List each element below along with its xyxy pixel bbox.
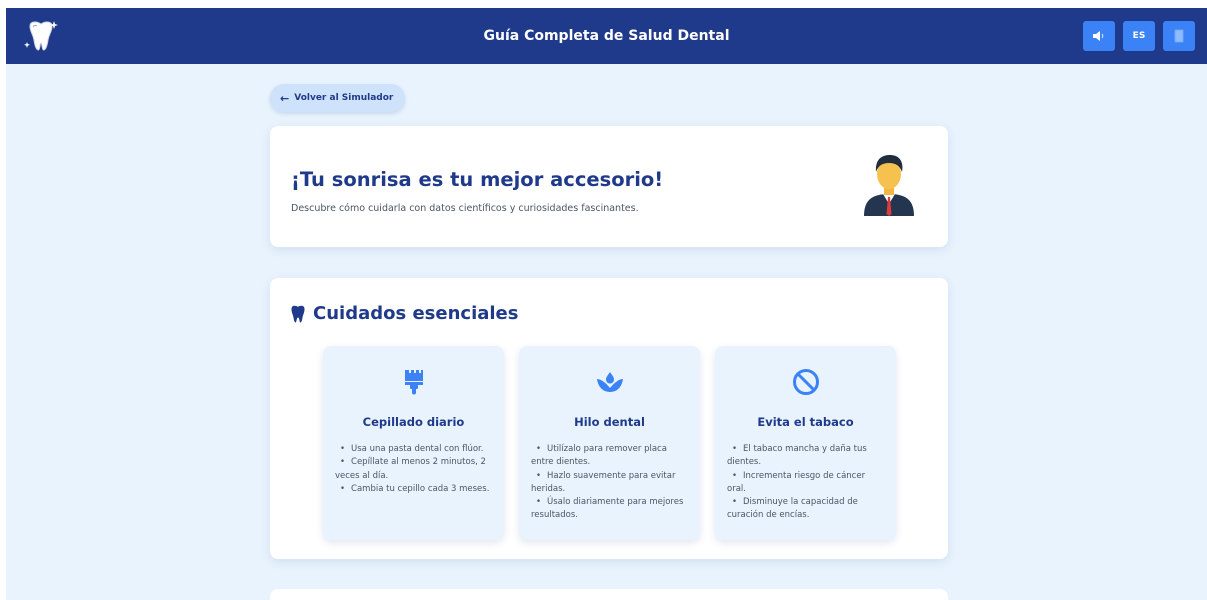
audio-button[interactable] — [1083, 21, 1115, 51]
care-cards: Cepillado diario Usa una pasta dental co… — [323, 346, 896, 540]
card-tobacco: Evita el tabaco El tabaco mancha y daña … — [715, 346, 896, 540]
tooth-icon — [291, 305, 305, 322]
card-list: Usa una pasta dental con flúor. Cepíllat… — [335, 443, 492, 496]
card-title: Cepillado diario — [362, 415, 465, 429]
card-brushing: Cepillado diario Usa una pasta dental co… — [323, 346, 504, 540]
list-item: Cepíllate al menos 2 minutos, 2 veces al… — [335, 456, 492, 483]
arrow-left-icon: ← — [280, 91, 290, 105]
section-header: Cuidados esenciales — [291, 303, 518, 324]
ban-icon — [792, 369, 819, 395]
list-item: Usa una pasta dental con flúor. — [335, 443, 492, 456]
hand-holding-water-icon — [596, 372, 623, 392]
hero-subtitle: Descubre cómo cuidarla con datos científ… — [291, 203, 639, 214]
book-button[interactable] — [1163, 21, 1195, 51]
section-title: Cuidados esenciales — [313, 303, 519, 324]
card-list: Utilízalo para remover placa entre dient… — [531, 443, 688, 523]
top-actions: ES — [1083, 21, 1195, 51]
back-to-simulator-button[interactable]: ← Volver al Simulador — [270, 84, 406, 112]
list-item: Disminuye la capacidad de curación de en… — [727, 496, 884, 523]
card-title: Hilo dental — [574, 415, 645, 429]
next-section-card — [270, 589, 948, 600]
essential-care-section: Cuidados esenciales Cepillado diario Usa… — [270, 278, 948, 559]
language-button[interactable]: ES — [1123, 21, 1155, 51]
list-item: Úsalo diariamente para mejores resultado… — [531, 496, 688, 523]
list-item: Incrementa riesgo de cáncer oral. — [727, 470, 884, 497]
tooth-sparkle-icon — [24, 21, 58, 51]
card-title: Evita el tabaco — [757, 415, 854, 429]
list-item: Hazlo suavemente para evitar heridas. — [531, 470, 688, 497]
list-item: El tabaco mancha y daña tus dientes. — [727, 443, 884, 470]
book-icon — [1174, 29, 1184, 43]
list-item: Cambia tu cepillo cada 3 meses. — [335, 483, 492, 496]
card-list: El tabaco mancha y daña tus dientes. Inc… — [727, 443, 884, 523]
hero-title: ¡Tu sonrisa es tu mejor accesorio! — [291, 168, 664, 191]
card-flossing: Hilo dental Utilízalo para remover placa… — [519, 346, 700, 540]
app-title: Guía Completa de Salud Dental — [483, 28, 730, 44]
back-button-label: Volver al Simulador — [294, 93, 394, 103]
page: Guía Completa de Salud Dental ES ← Volve… — [6, 8, 1207, 600]
paint-brush-icon — [404, 370, 423, 395]
list-item: Utilízalo para remover placa entre dient… — [531, 443, 688, 470]
speaker-icon — [1093, 31, 1104, 41]
hero-card: ¡Tu sonrisa es tu mejor accesorio! Descu… — [270, 126, 948, 247]
top-bar: Guía Completa de Salud Dental ES — [6, 8, 1207, 64]
businessman-avatar-icon — [864, 155, 914, 216]
language-label: ES — [1132, 31, 1146, 41]
